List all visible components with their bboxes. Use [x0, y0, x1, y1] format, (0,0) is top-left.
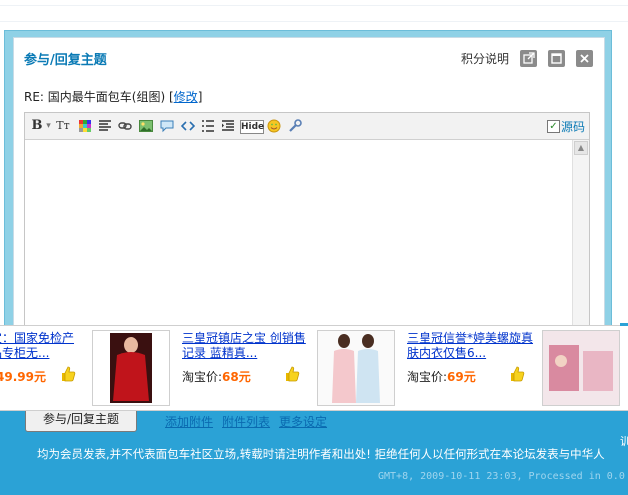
ad-price-label-3: 淘宝价: — [407, 370, 448, 384]
thumbs-up-icon[interactable] — [509, 366, 525, 382]
ad-price-value-2: 68元 — [222, 370, 251, 384]
indent-list-icon[interactable] — [221, 119, 235, 133]
ad-price-value-1: 49.99元 — [0, 370, 46, 384]
ad-image-3[interactable] — [542, 330, 620, 406]
ad-price-3: 淘宝价:69元 — [407, 368, 476, 385]
points-help-link[interactable]: 积分说明 — [461, 50, 509, 67]
editor-toolbar: B ▾ Tт Hide ✓ 源码 — [25, 113, 589, 140]
bold-dropdown-icon[interactable]: ▾ — [44, 118, 53, 134]
scroll-up-icon[interactable]: ▲ — [574, 141, 588, 155]
ad-price-label-2: 淘宝价: — [182, 370, 223, 384]
code-icon[interactable] — [180, 119, 196, 133]
smiley-icon[interactable] — [267, 119, 281, 133]
footer-notice: 均为会员发表,并不代表面包车社区立场,转载时请注明作者和出处! 拒绝任何人以任何… — [37, 447, 605, 461]
background-line — [0, 5, 628, 6]
add-attachment-link[interactable]: 添加附件 — [165, 413, 213, 430]
maximize-icon[interactable] — [548, 50, 565, 67]
hide-button[interactable]: Hide — [240, 120, 264, 134]
thumbs-up-icon[interactable] — [284, 366, 300, 382]
tools-wrench-icon[interactable] — [288, 119, 302, 133]
ad-price-2: 淘宝价:68元 — [182, 368, 251, 385]
bold-button[interactable]: B — [31, 118, 43, 134]
strip-accent — [620, 323, 628, 326]
ad-image-1[interactable] — [92, 330, 170, 406]
ad-price-1: 49.99元 — [0, 368, 46, 385]
ad-title-1[interactable]: 宝：国家免检产品专柜无... — [0, 331, 80, 362]
font-size-button[interactable]: Tт — [55, 118, 71, 134]
subject-prefix: RE: — [24, 90, 44, 104]
more-settings-link[interactable]: 更多设定 — [279, 413, 327, 430]
footer-edge-text: 训 — [620, 435, 628, 448]
reply-subject: RE: 国内最牛面包车(组图) [修改] — [24, 90, 203, 104]
footer-timestamp: GMT+8, 2009-10-11 23:03, Processed in 0.… — [378, 471, 625, 482]
background-line — [0, 21, 628, 22]
ad-title-2[interactable]: 三皇冠镇店之宝 创销售记录 蓝精真... — [182, 331, 310, 362]
subject-text: 国内最牛面包车(组图) — [47, 90, 166, 104]
close-icon[interactable] — [576, 50, 593, 67]
ad-title-3[interactable]: 三皇冠信誉*婷美螺旋真肤内衣仅售6... — [407, 331, 535, 362]
thumbs-up-icon[interactable] — [60, 366, 76, 382]
ordered-list-icon[interactable] — [201, 119, 215, 133]
source-mode-checkbox[interactable]: ✓ — [547, 120, 560, 133]
ad-strip: 宝：国家免检产品专柜无... 49.99元 三皇冠镇店之宝 创销售记录 蓝精真.… — [0, 323, 628, 411]
source-mode-label[interactable]: 源码 — [561, 118, 585, 135]
ad-price-value-3: 69元 — [447, 370, 476, 384]
attachment-list-link[interactable]: 附件列表 — [222, 413, 270, 430]
popout-icon[interactable] — [520, 50, 537, 67]
image-icon[interactable] — [139, 119, 153, 133]
align-icon[interactable] — [98, 119, 112, 133]
color-palette-icon[interactable] — [78, 119, 92, 133]
dialog-title: 参与/回复主题 — [24, 53, 107, 68]
ad-image-2[interactable] — [317, 330, 395, 406]
link-icon[interactable] — [118, 119, 132, 133]
edit-subject-link[interactable]: 修改 — [174, 90, 198, 104]
quote-icon[interactable] — [160, 119, 174, 133]
